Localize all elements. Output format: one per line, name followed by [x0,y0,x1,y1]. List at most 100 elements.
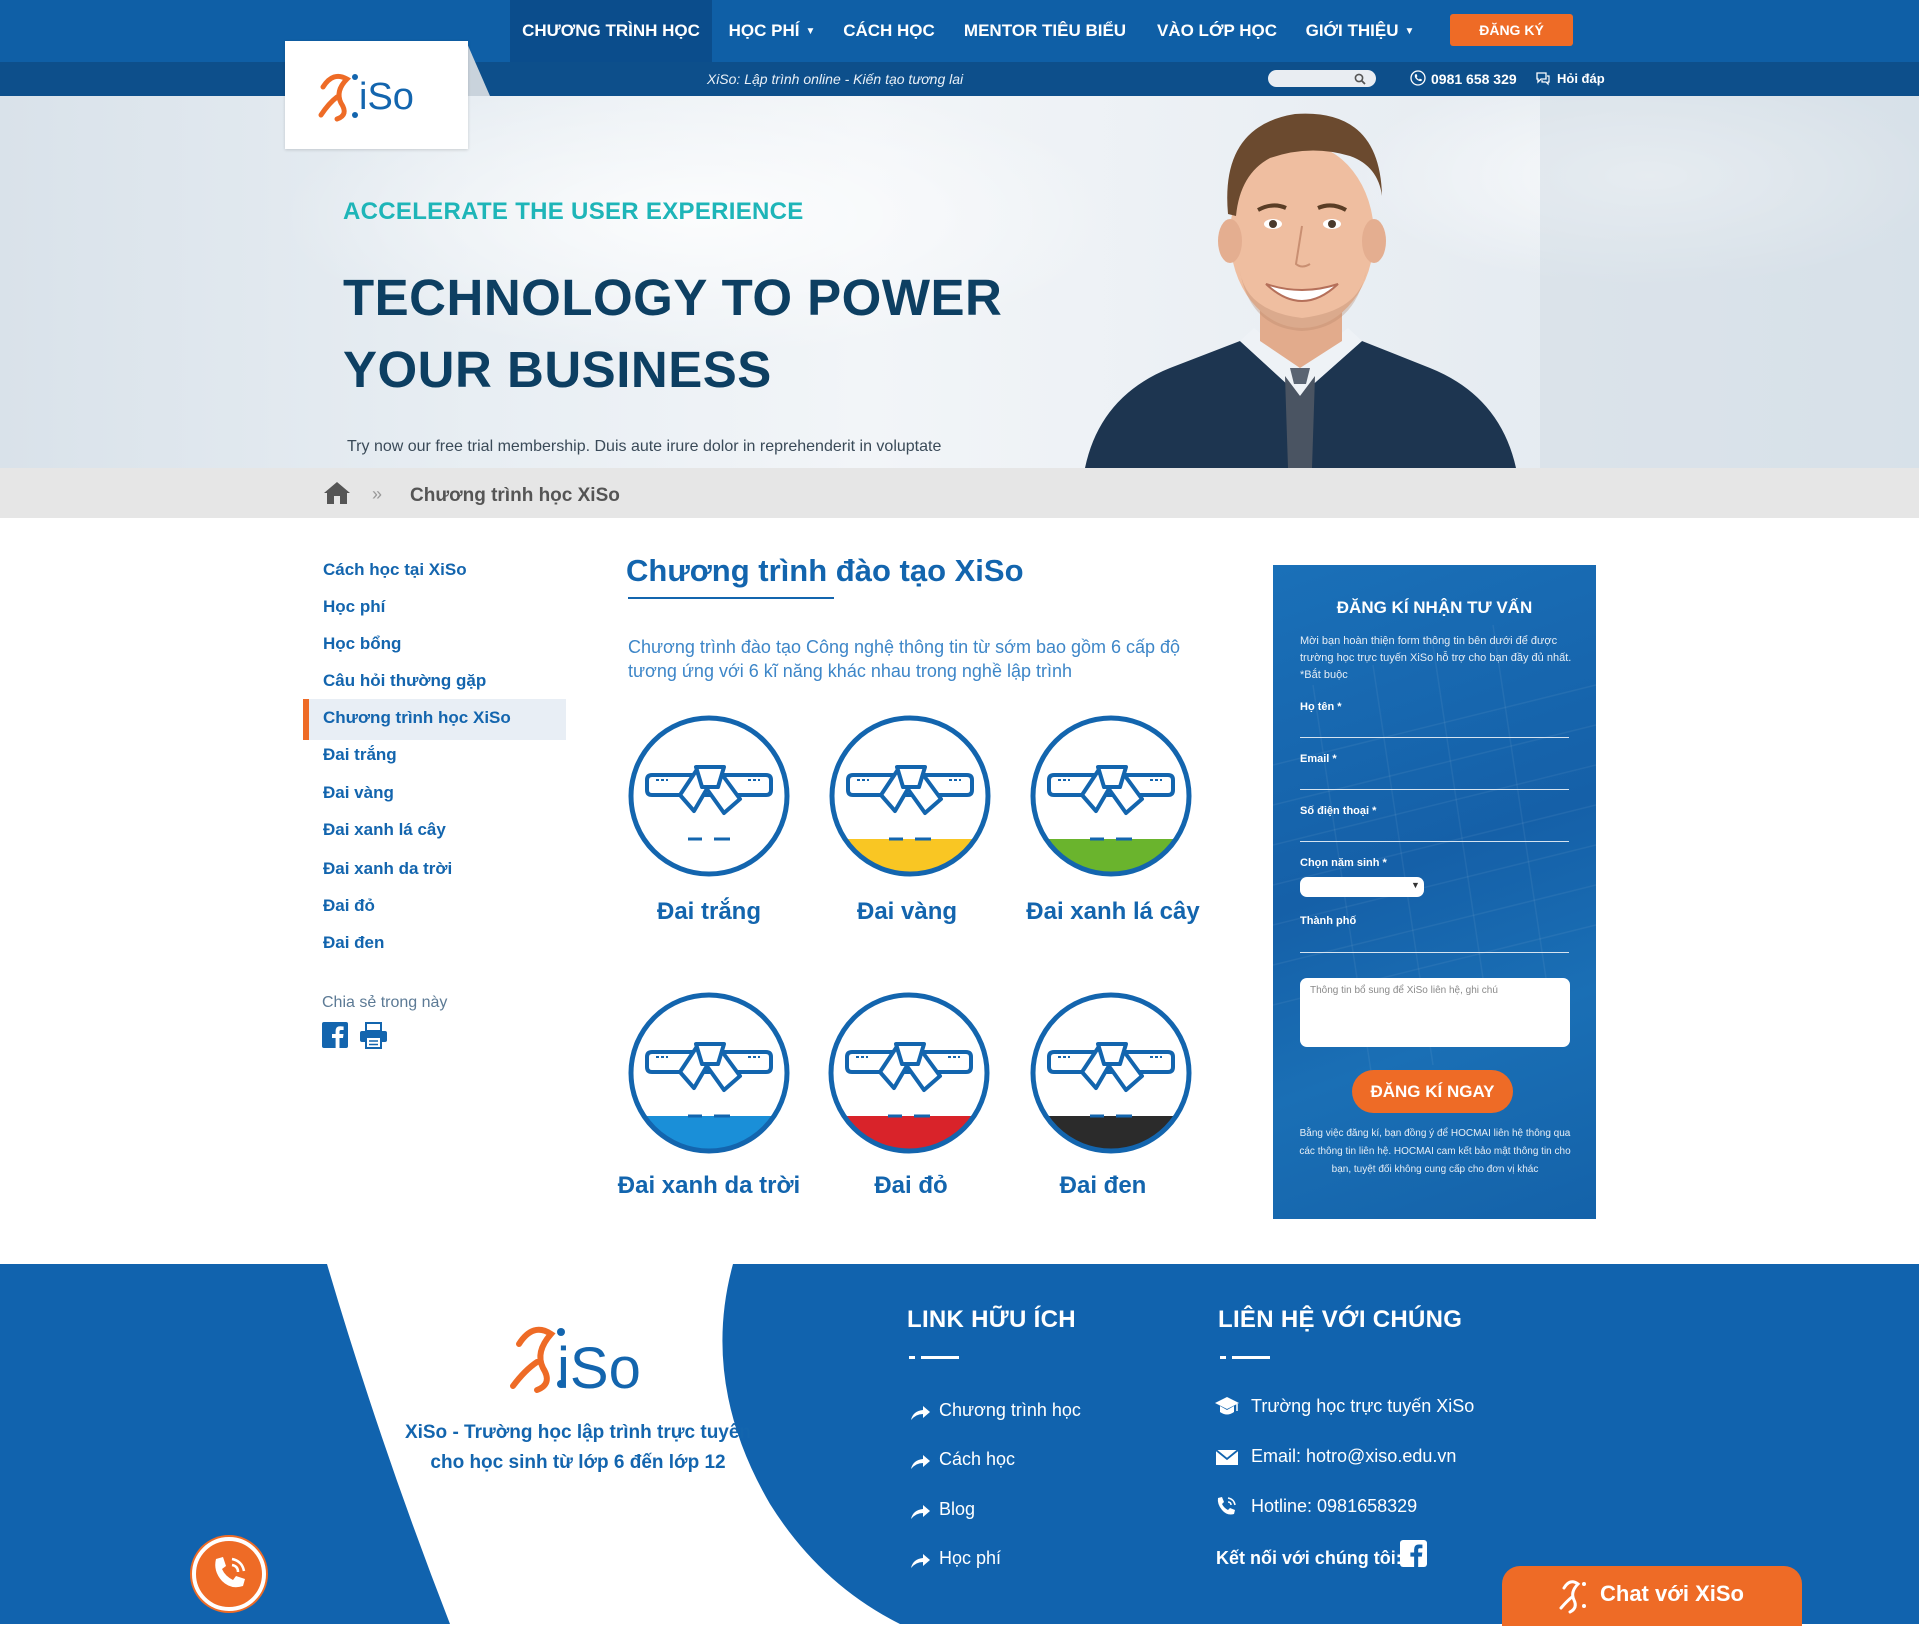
belt-black-icon[interactable] [1028,990,1194,1156]
nav-vao-lop-hoc[interactable]: VÀO LỚP HỌC [1152,0,1282,62]
footer-logo: iSo [510,1326,641,1401]
sidebar-item-cach-hoc[interactable]: Cách học tại XiSo [323,560,467,580]
share-arrow-icon [911,1406,930,1420]
envelope-icon [1215,1449,1239,1465]
form-title: ĐĂNG KÍ NHẬN TƯ VẤN [1336,598,1533,617]
footer-link-chuong-trinh-hoc[interactable]: Chương trình học [939,1400,1081,1421]
contact-email[interactable]: Email: hotro@xiso.edu.vn [1251,1446,1456,1467]
belt-label[interactable]: Đai vàng [787,898,1027,926]
belt-blue-icon[interactable] [626,990,792,1156]
hotline-number[interactable]: 0981 658 329 [1431,62,1517,96]
sidebar-item-dai-den[interactable]: Đai đen [323,933,384,953]
page-description: Chương trình đào tạo Công nghệ thông tin… [628,637,1181,681]
print-icon[interactable] [359,1022,388,1049]
hero-subtitle: ACCELERATE THE USER EXPERIENCE [343,198,804,225]
heading-dash [1232,1356,1270,1359]
belt-label[interactable]: Đai xanh lá cây [993,898,1233,926]
belt-label[interactable]: Đai đen [983,1172,1223,1200]
submit-button[interactable]: ĐĂNG KÍ NGAY [1352,1070,1513,1113]
hero-title-line: TECHNOLOGY TO POWER [343,269,1003,326]
contact-heading: LIÊN HỆ VỚI CHÚNG [1218,1306,1463,1333]
phone-icon [215,1557,246,1588]
hero-title: TECHNOLOGY TO POWER YOUR BUSINESS [343,262,1083,406]
share-arrow-icon [911,1554,930,1568]
hero-person-image [1085,113,1516,468]
form-description: Mời bạn hoàn thiện form thông tin bên dư… [1300,633,1575,684]
chat-bubble-icon [1536,72,1550,86]
home-icon[interactable] [322,480,352,506]
nav-label: VÀO LỚP HỌC [1157,21,1277,40]
facebook-icon[interactable] [322,1022,348,1048]
chat-label: Chat với XiSo [1600,1581,1744,1606]
breadcrumb-current: Chương trình học XiSo [410,485,620,506]
sidebar-item-dai-do[interactable]: Đai đỏ [323,896,375,916]
contact-hotline[interactable]: Hotline: 0981658329 [1251,1496,1417,1517]
nav-gioi-thieu[interactable]: GIỚI THIỆU ▼ [1300,0,1420,62]
xiso-logo-icon: iSo [318,73,414,122]
heading-dash [909,1356,915,1359]
share-arrow-icon [911,1505,930,1519]
graduation-cap-icon [1215,1397,1239,1415]
caret-down-icon: ▼ [1411,880,1420,890]
sidebar-item-hoc-bong[interactable]: Học bổng [323,634,401,654]
name-label: Họ tên * [1300,701,1342,713]
nav-hoc-phi[interactable]: HỌC PHÍ ▼ [722,0,822,62]
title-underline [628,597,834,599]
breadcrumb [0,468,1919,518]
sidebar-item-dai-vang[interactable]: Đai vàng [323,783,394,803]
email-label: Email * [1300,753,1337,765]
contact-school: Trường học trực tuyến XiSo [1251,1396,1475,1416]
footer-tagline: XiSo - Trường học lập trình trực tuyến c… [393,1418,763,1478]
required-note: *Bắt buộc [1300,669,1348,681]
city-field[interactable] [1300,952,1569,953]
phone-label: Số điện thoại * [1300,805,1377,817]
notes-textarea[interactable]: Thông tin bổ sung để XiSo liên hệ, ghi c… [1300,978,1570,1047]
privacy-note: Bằng việc đăng kí, bạn đồng ý để HOCMAI … [1299,1128,1571,1175]
footer-link-blog[interactable]: Blog [939,1499,975,1520]
connect-label: Kết nối với chúng tôi: [1216,1548,1402,1568]
nav-chuong-trinh-hoc[interactable]: CHƯƠNG TRÌNH HỌC [510,0,712,62]
share-label: Chia sẻ trong này [322,994,448,1011]
page-title: Chương trình đào tạo XiSo [626,553,1024,588]
email-field[interactable] [1300,789,1569,790]
call-button[interactable] [192,1537,266,1611]
sidebar-item-dai-xanh-da-troi[interactable]: Đai xanh da trời [323,859,452,879]
belt-green-icon[interactable] [1028,713,1194,879]
belt-yellow-icon[interactable] [827,713,993,879]
belt-white-icon[interactable] [626,713,792,879]
nav-cach-hoc[interactable]: CÁCH HỌC [836,0,942,62]
sidebar-item-dai-xanh-la[interactable]: Đai xanh lá cây [323,820,446,840]
site-tagline: XiSo: Lập trình online - Kiến tạo tương … [706,71,964,87]
sidebar-item-chuong-trinh-hoc[interactable]: Chương trình học XiSo [323,708,511,728]
search-icon[interactable] [1353,72,1367,86]
birth-year-select[interactable] [1300,877,1424,897]
sidebar-item-hoc-phi[interactable]: Học phí [323,597,385,617]
heading-dash [1220,1356,1226,1359]
facebook-icon[interactable] [1400,1540,1427,1567]
belt-red-icon[interactable] [826,990,992,1156]
phone-icon [1217,1497,1236,1515]
sidebar-item-dai-trang[interactable]: Đai trắng [323,745,397,765]
caret-down-icon: ▼ [805,25,816,37]
caret-down-icon: ▼ [1404,25,1415,37]
logo[interactable]: iSo [285,41,468,149]
nav-mentor-tieu-bieu[interactable]: MENTOR TIÊU BIỂU [960,0,1130,62]
register-button[interactable]: ĐĂNG KÝ [1450,14,1573,46]
xiso-chat-icon [1559,1580,1586,1614]
footer-logo-text: iSo [557,1336,641,1401]
phone-field[interactable] [1300,841,1569,842]
nav-label: GIỚI THIỆU [1305,21,1399,40]
footer-link-cach-hoc[interactable]: Cách học [939,1449,1015,1470]
breadcrumb-separator: » [372,484,383,504]
hero-title-line: YOUR BUSINESS [343,341,772,398]
sidebar-item-faq[interactable]: Câu hỏi thường gặp [323,671,486,691]
form-description-text: Mời bạn hoàn thiện form thông tin bên dư… [1300,635,1572,664]
footer-link-hoc-phi[interactable]: Học phí [939,1548,1001,1569]
phone-icon [1410,70,1426,86]
nav-label: HỌC PHÍ [728,21,800,40]
logo-text: iSo [359,76,414,118]
heading-dash [921,1356,959,1359]
faq-link[interactable]: Hỏi đáp [1557,62,1605,96]
name-field[interactable] [1300,737,1569,738]
share-arrow-icon [911,1455,930,1469]
